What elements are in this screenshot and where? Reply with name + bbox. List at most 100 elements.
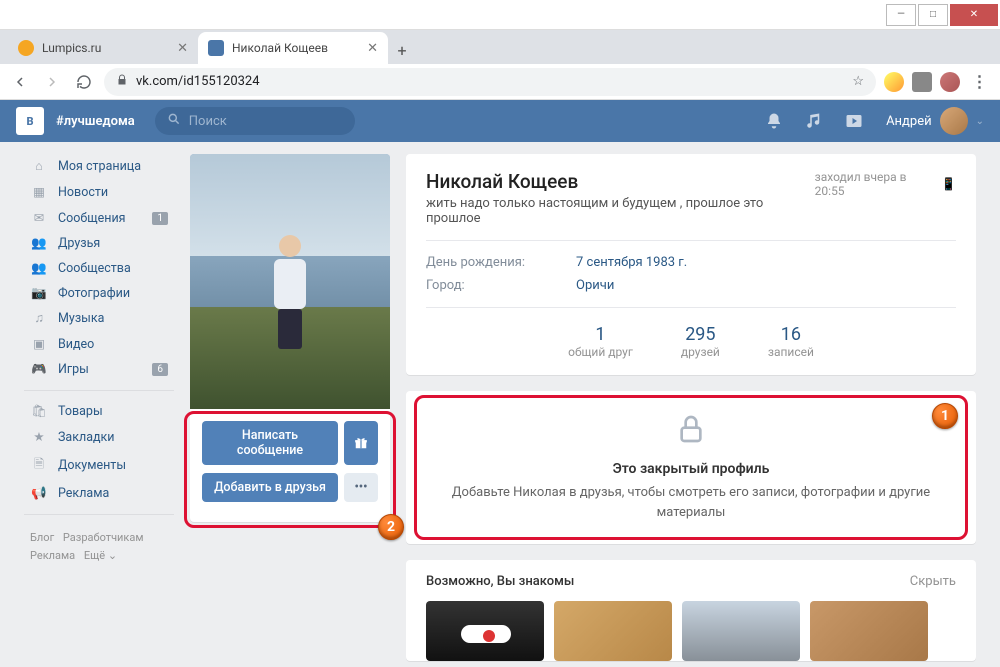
bookmark-icon: ★ [30,429,48,445]
messages-icon: ✉ [30,210,48,226]
music-icon[interactable] [802,112,826,130]
sidebar-footer: Блог Разработчикам Реклама Ещё ⌄ [24,523,174,571]
suggestions-hide-button[interactable]: Скрыть [910,574,956,589]
vk-hashtag[interactable]: #лучшедома [56,114,135,129]
sidebar-item-messages[interactable]: ✉Сообщения1 [24,205,174,231]
suggestion-item[interactable] [426,601,544,661]
search-input[interactable]: Поиск [155,107,355,135]
counter-number: 295 [681,324,720,345]
vk-header: B #лучшедома Поиск Андрей ⌄ [0,100,1000,142]
window-minimize-button[interactable]: — [886,4,916,26]
extension-icon[interactable] [884,72,904,92]
favicon-icon [208,40,224,56]
sidebar-label: Закладки [58,430,115,445]
sidebar-item-music[interactable]: ♫ Музыка [24,306,174,331]
profile-name: Николай Кощеев [426,170,815,193]
nav-forward-button[interactable] [40,70,64,94]
counter-friends[interactable]: 295друзей [681,324,720,359]
bookmark-star-icon[interactable]: ☆ [852,74,864,89]
sidebar-label: Фотографии [58,286,130,301]
browser-tabbar: Lumpics.ru ✕ Николай Кощеев ✕ + [0,30,1000,64]
suggestion-item[interactable] [810,601,928,661]
message-button[interactable]: Написать сообщение [202,421,338,465]
footer-link-more[interactable]: Ещё ⌄ [84,549,117,562]
search-placeholder: Поиск [189,114,227,129]
sidebar-label: Новости [58,185,108,200]
badge: 1 [152,212,168,225]
docs-icon: 🗎 [30,455,48,476]
profile-photo[interactable] [190,154,390,409]
suggestion-item[interactable] [682,601,800,661]
sidebar-label: Музыка [58,311,104,326]
browser-tab[interactable]: Lumpics.ru ✕ [8,32,198,64]
sidebar-item-photos[interactable]: 📷Фотографии [24,281,174,306]
nav-back-button[interactable] [8,70,32,94]
window-close-button[interactable]: ✕ [950,4,998,26]
profile-avatar-icon[interactable] [940,72,960,92]
address-input[interactable]: vk.com/id155120324 ☆ [104,68,876,96]
sidebar-item-my-page[interactable]: ⌂ Моя страница [24,154,174,179]
sidebar-item-news[interactable]: ▦ Новости [24,179,174,205]
separator [24,390,174,391]
counter-label: общий друг [568,345,633,359]
sidebar-item-ads[interactable]: 📢 Реклама [24,481,174,506]
counter-posts[interactable]: 16записей [768,324,814,359]
tab-title: Николай Кощеев [232,41,359,55]
notifications-icon[interactable] [762,112,786,130]
counter-label: друзей [681,345,720,359]
footer-link-blog[interactable]: Блог [30,531,54,544]
sidebar-item-games[interactable]: 🎮Игры6 [24,357,174,382]
user-menu[interactable]: Андрей ⌄ [886,107,984,135]
url-text: vk.com/id155120324 [136,74,260,89]
city-value[interactable]: Оричи [576,278,614,293]
more-actions-button[interactable]: ••• [344,473,378,502]
video-box-icon[interactable] [842,112,866,130]
sidebar-item-documents[interactable]: 🗎Документы [24,450,174,481]
friends-icon: 👥 [30,236,48,251]
last-seen-text: заходил вчера в 20:55 [815,170,937,198]
birthday-value[interactable]: 7 сентября 1983 г. [576,255,687,270]
private-subtitle: Добавьте Николая в друзья, чтобы смотрет… [446,483,936,522]
counter-mutual[interactable]: 1общий друг [568,324,633,359]
annotation-badge-2: 2 [378,514,404,540]
browser-menu-button[interactable]: ⋮ [968,70,992,94]
sidebar-label: Товары [58,404,103,419]
browser-tab-active[interactable]: Николай Кощеев ✕ [198,32,388,64]
sidebar-label: Моя страница [58,159,141,174]
tab-title: Lumpics.ru [42,41,169,55]
suggestion-item[interactable] [554,601,672,661]
news-icon: ▦ [30,184,48,200]
home-icon: ⌂ [30,159,48,174]
add-friend-button[interactable]: Добавить в друзья [202,473,338,502]
footer-link-ads[interactable]: Реклама [30,549,75,562]
profile-info-card: Николай Кощеев жить надо только настоящи… [406,154,976,375]
music-icon: ♫ [30,311,48,326]
mobile-icon: 📱 [941,177,956,191]
nav-reload-button[interactable] [72,70,96,94]
sidebar-item-video[interactable]: ▣Видео [24,331,174,357]
suggestions-card: Возможно, Вы знакомы Скрыть [406,560,976,661]
new-tab-button[interactable]: + [388,36,416,64]
sidebar-item-communities[interactable]: 👥Сообщества [24,256,174,281]
extension-icon[interactable] [912,72,932,92]
sidebar-item-bookmarks[interactable]: ★ Закладки [24,424,174,450]
tab-close-icon[interactable]: ✕ [367,41,378,56]
sidebar-item-market[interactable]: 🛍 Товары [24,399,174,424]
sidebar-item-friends[interactable]: 👥Друзья [24,231,174,256]
search-icon [167,112,181,130]
video-icon: ▣ [30,336,48,352]
birthday-label: День рождения: [426,255,576,270]
ads-icon: 📢 [30,486,48,501]
profile-right-column: Николай Кощеев жить надо только настоящи… [406,154,976,655]
tab-close-icon[interactable]: ✕ [177,41,188,56]
city-label: Город: [426,278,576,293]
profile-counters: 1общий друг 295друзей 16записей [426,324,956,359]
footer-link-devs[interactable]: Разработчикам [63,531,144,544]
separator [24,514,174,515]
sidebar-label: Реклама [58,486,109,501]
vk-logo-icon[interactable]: B [16,107,44,135]
gift-button[interactable] [344,421,378,465]
market-icon: 🛍 [30,404,48,419]
window-maximize-button[interactable]: □ [918,4,948,26]
lock-icon [446,413,936,449]
